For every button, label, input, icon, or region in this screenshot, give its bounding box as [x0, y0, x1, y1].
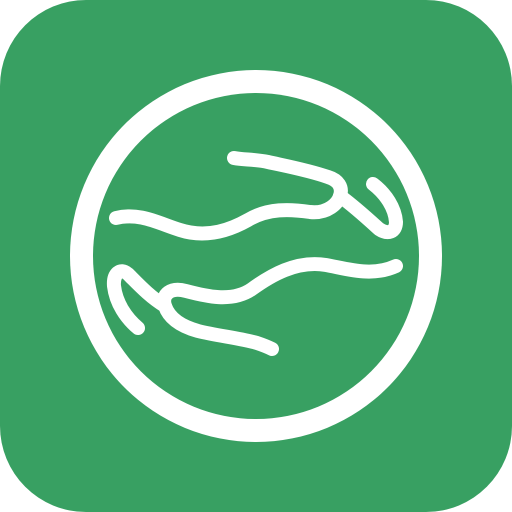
- globe-hands-app-icon: [0, 0, 512, 512]
- globe-inner-face: [93, 93, 419, 419]
- app-icon-canvas: [0, 0, 512, 512]
